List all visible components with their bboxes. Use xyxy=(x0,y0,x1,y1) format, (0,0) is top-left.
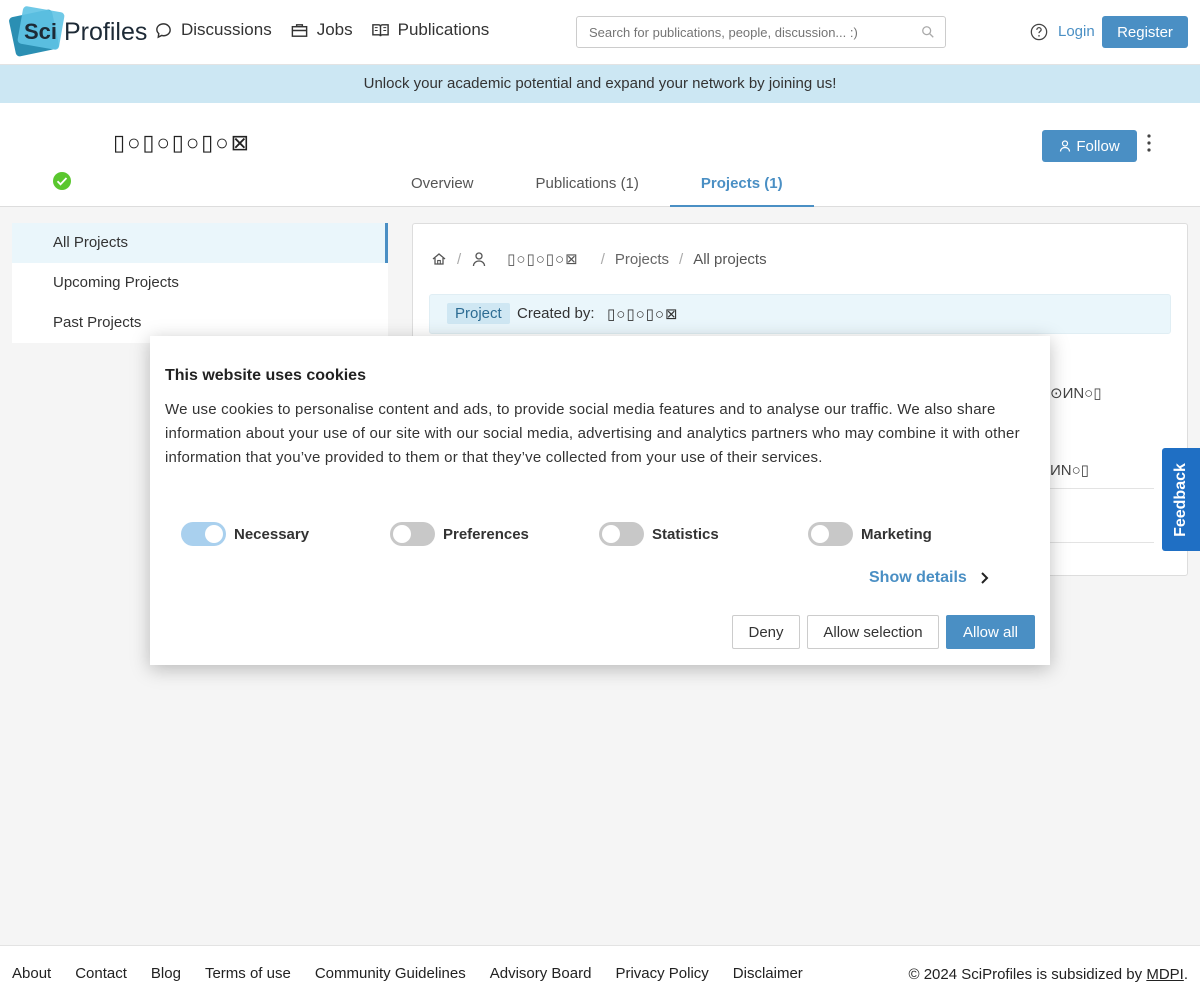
book-icon xyxy=(371,23,389,36)
home-icon[interactable] xyxy=(431,251,447,267)
copyright-suffix: . xyxy=(1183,966,1188,983)
created-by-label: Created by: xyxy=(517,305,595,322)
help-icon[interactable] xyxy=(1030,23,1048,41)
cookie-description: We use cookies to personalise content an… xyxy=(165,401,1020,466)
mdpi-link[interactable]: MDPI xyxy=(1146,966,1184,983)
user-icon[interactable] xyxy=(471,251,487,267)
nav-jobs[interactable]: Jobs xyxy=(290,20,353,40)
main-nav: Discussions Jobs Publications xyxy=(154,20,489,40)
deny-button[interactable]: Deny xyxy=(732,615,800,649)
copyright-prefix: © 2024 SciProfiles is subsidized by xyxy=(908,966,1147,983)
footer-link-about[interactable]: About xyxy=(12,965,51,982)
footer-link-community-guidelines[interactable]: Community Guidelines xyxy=(315,965,466,982)
footer-link-terms[interactable]: Terms of use xyxy=(205,965,291,982)
footer-link-privacy-policy[interactable]: Privacy Policy xyxy=(615,965,708,982)
tab-overview[interactable]: Overview xyxy=(380,165,505,207)
marketing-toggle[interactable] xyxy=(808,522,853,546)
sciprofiles-logo[interactable]: Sci Profiles xyxy=(8,5,148,58)
footer-link-disclaimer[interactable]: Disclaimer xyxy=(733,965,803,982)
sidebar-item-all-projects[interactable]: All Projects xyxy=(12,223,388,263)
nav-discussions[interactable]: Discussions xyxy=(154,20,272,40)
project-card-header: Project Created by: ▯○▯○▯○⊠ xyxy=(429,294,1171,334)
necessary-label: Necessary xyxy=(234,525,310,543)
marketing-label: Marketing xyxy=(861,525,932,543)
logo-profiles-text: Profiles xyxy=(64,17,148,46)
preferences-toggle[interactable] xyxy=(390,522,435,546)
breadcrumb: / ▯○▯○▯○⊠ / Projects / All projects xyxy=(431,250,767,268)
copyright-text: © 2024 SciProfiles is subsidized by MDPI… xyxy=(908,966,1188,983)
project-text-fragment: ⊙ИN○▯ xyxy=(1050,385,1102,402)
project-tag: Project xyxy=(447,303,510,324)
cookie-title: This website uses cookies xyxy=(165,367,366,384)
breadcrumb-projects[interactable]: Projects xyxy=(615,251,669,268)
divider xyxy=(1050,542,1154,543)
toggle-statistics-group: Statistics xyxy=(599,522,808,546)
footer-link-advisory-board[interactable]: Advisory Board xyxy=(490,965,592,982)
profile-name: ▯○▯○▯○▯○⊠ xyxy=(113,130,252,155)
breadcrumb-separator: / xyxy=(457,250,462,268)
follow-button[interactable]: Follow xyxy=(1042,130,1137,162)
project-text-fragment: ИN○▯ xyxy=(1050,462,1089,479)
toggle-marketing-group: Marketing xyxy=(808,522,1017,546)
footer-links: About Contact Blog Terms of use Communit… xyxy=(12,965,803,982)
search-input[interactable] xyxy=(577,17,907,47)
logo-badge: Sci xyxy=(8,5,65,58)
toggle-necessary-group: Necessary xyxy=(181,522,390,546)
cookie-consent-dialog: This website uses cookies We use cookies… xyxy=(150,336,1050,665)
statistics-label: Statistics xyxy=(652,525,719,543)
logo-sci-text: Sci xyxy=(24,19,58,44)
briefcase-icon xyxy=(291,23,308,37)
feedback-label: Feedback xyxy=(1172,462,1189,537)
show-details-link[interactable]: Show details xyxy=(869,569,991,587)
cookie-toggles: Necessary Preferences Statistics Marketi… xyxy=(181,522,1017,546)
register-button[interactable]: Register xyxy=(1102,16,1188,48)
nav-jobs-label: Jobs xyxy=(316,20,353,39)
nav-discussions-label: Discussions xyxy=(181,20,272,39)
page-footer: About Contact Blog Terms of use Communit… xyxy=(0,945,1200,1000)
nav-publications-label: Publications xyxy=(397,20,490,39)
breadcrumb-all-projects: All projects xyxy=(693,250,767,268)
chevron-right-icon xyxy=(981,572,989,584)
toggle-preferences-group: Preferences xyxy=(390,522,599,546)
projects-sidebar: All Projects Upcoming Projects Past Proj… xyxy=(12,223,388,343)
user-icon xyxy=(1060,140,1071,152)
allow-selection-button[interactable]: Allow selection xyxy=(807,615,939,649)
show-details-label: Show details xyxy=(869,569,967,586)
profile-tabs: Overview Publications (1) Projects (1) xyxy=(380,165,814,207)
breadcrumb-profile-name[interactable]: ▯○▯○▯○⊠ xyxy=(507,250,579,268)
footer-link-contact[interactable]: Contact xyxy=(75,965,127,982)
search-box xyxy=(576,16,946,48)
divider xyxy=(1050,488,1154,489)
statistics-toggle[interactable] xyxy=(599,522,644,546)
footer-link-blog[interactable]: Blog xyxy=(151,965,181,982)
tab-publications[interactable]: Publications (1) xyxy=(505,165,670,207)
profile-header: ▯○▯○▯○▯○⊠ Follow Overview Publications (… xyxy=(0,103,1200,207)
top-header: Sci Profiles Discussions Jobs Publicatio… xyxy=(0,0,1200,65)
tab-projects[interactable]: Projects (1) xyxy=(669,165,814,207)
breadcrumb-separator: / xyxy=(600,250,605,268)
sidebar-item-upcoming-projects[interactable]: Upcoming Projects xyxy=(12,263,388,303)
allow-all-button[interactable]: Allow all xyxy=(946,615,1035,649)
nav-publications[interactable]: Publications xyxy=(371,20,490,40)
search-icon[interactable] xyxy=(921,25,935,39)
follow-label: Follow xyxy=(1076,137,1120,155)
login-link[interactable]: Login xyxy=(1058,23,1095,40)
preferences-label: Preferences xyxy=(443,525,529,543)
created-by-name[interactable]: ▯○▯○▯○⊠ xyxy=(607,305,679,323)
necessary-toggle[interactable] xyxy=(181,522,226,546)
verified-check-icon xyxy=(53,172,71,190)
join-banner: Unlock your academic potential and expan… xyxy=(0,65,1200,103)
chat-icon xyxy=(156,22,171,38)
feedback-tab[interactable]: Feedback xyxy=(1162,448,1200,551)
more-vertical-icon[interactable] xyxy=(1144,133,1154,153)
breadcrumb-separator: / xyxy=(679,250,684,268)
